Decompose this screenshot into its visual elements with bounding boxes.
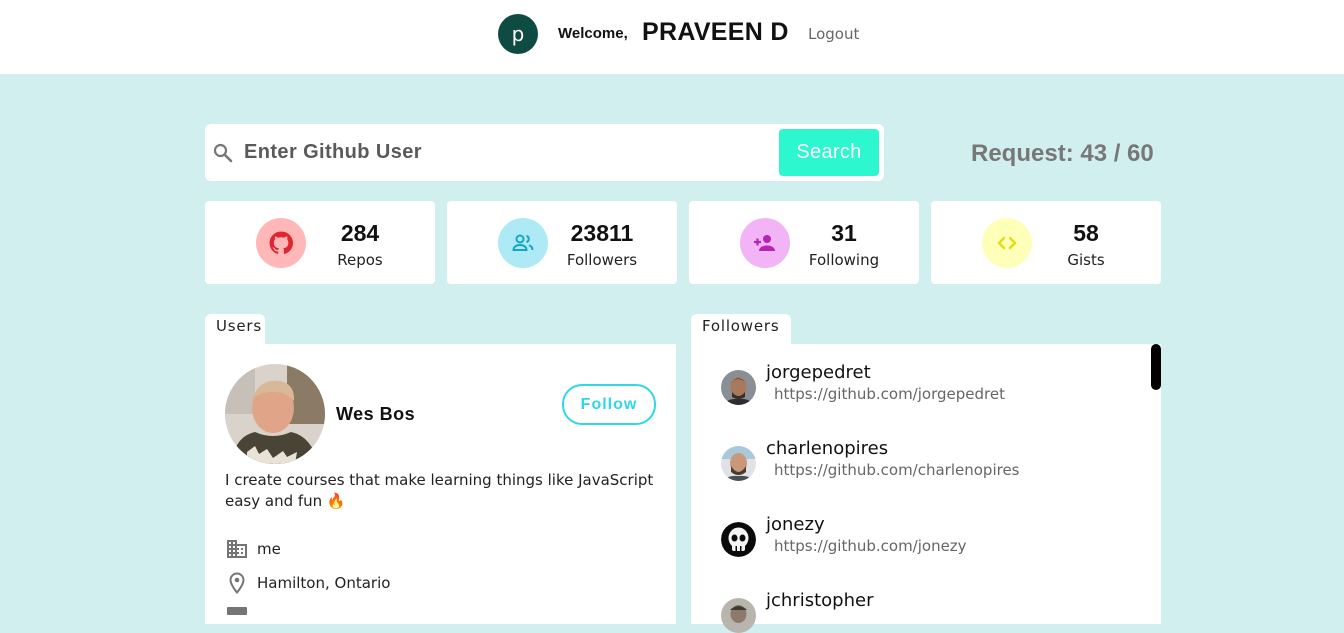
logout-button[interactable]: Logout [808,25,859,43]
search-button[interactable]: Search [779,129,879,176]
profile-name: Wes Bos [336,404,416,424]
follower-login: charlenopires [766,438,889,459]
follower-login: jchristopher [766,590,874,611]
stat-card-followers: 23811 Followers [447,201,677,284]
stat-card-gists: 58 Gists [931,201,1161,284]
follower-avatar [721,598,756,633]
repos-count: 284 [340,220,380,246]
profile-avatar [225,364,325,464]
search-input[interactable] [244,136,764,168]
stat-card-following: 31 Following [689,201,919,284]
building-icon [227,540,247,558]
follower-login: jorgepedret [766,362,871,383]
link-row [225,605,257,629]
follower-avatar [721,446,756,481]
user-avatar: p [498,14,538,54]
following-label: Following [808,251,880,269]
search-icon [213,143,233,163]
followers-scrollbar[interactable] [1151,344,1161,390]
welcome-label: Welcome, [558,25,628,42]
people-icon [498,218,548,268]
follower-avatar [721,522,756,557]
tab-followers: Followers [691,314,791,346]
follow-button[interactable]: Follow [562,384,656,425]
location-row: Hamilton, Ontario [225,571,390,595]
followers-count: 23811 [570,220,634,246]
follower-url[interactable]: https://github.com/jonezy [774,537,967,555]
follower-url[interactable]: https://github.com/charlenopires [774,461,1020,479]
followers-label: Followers [566,251,638,269]
gists-label: Gists [1067,251,1105,269]
person-add-icon [740,218,790,268]
tab-users: Users [205,314,265,346]
company-row: me [225,537,281,561]
request-counter: Request: 43 / 60 [971,140,1154,167]
follower-url[interactable]: https://github.com/jorgepedret [774,385,1005,403]
company-text: me [257,540,281,558]
location-text: Hamilton, Ontario [257,574,391,592]
top-bar: p Welcome, PRAVEEN D Logout [0,0,1344,74]
stat-card-repos: 284 Repos [205,201,435,284]
code-icon [982,218,1032,268]
link-icon [227,607,247,615]
user-name: PRAVEEN D [642,18,789,46]
github-icon [256,218,306,268]
following-count: 31 [831,220,857,246]
follower-login: jonezy [766,514,825,535]
location-pin-icon [229,572,245,595]
follower-avatar [721,370,756,405]
repos-label: Repos [337,251,383,269]
gists-count: 58 [1073,220,1099,246]
profile-bio: I create courses that make learning thin… [225,471,654,510]
